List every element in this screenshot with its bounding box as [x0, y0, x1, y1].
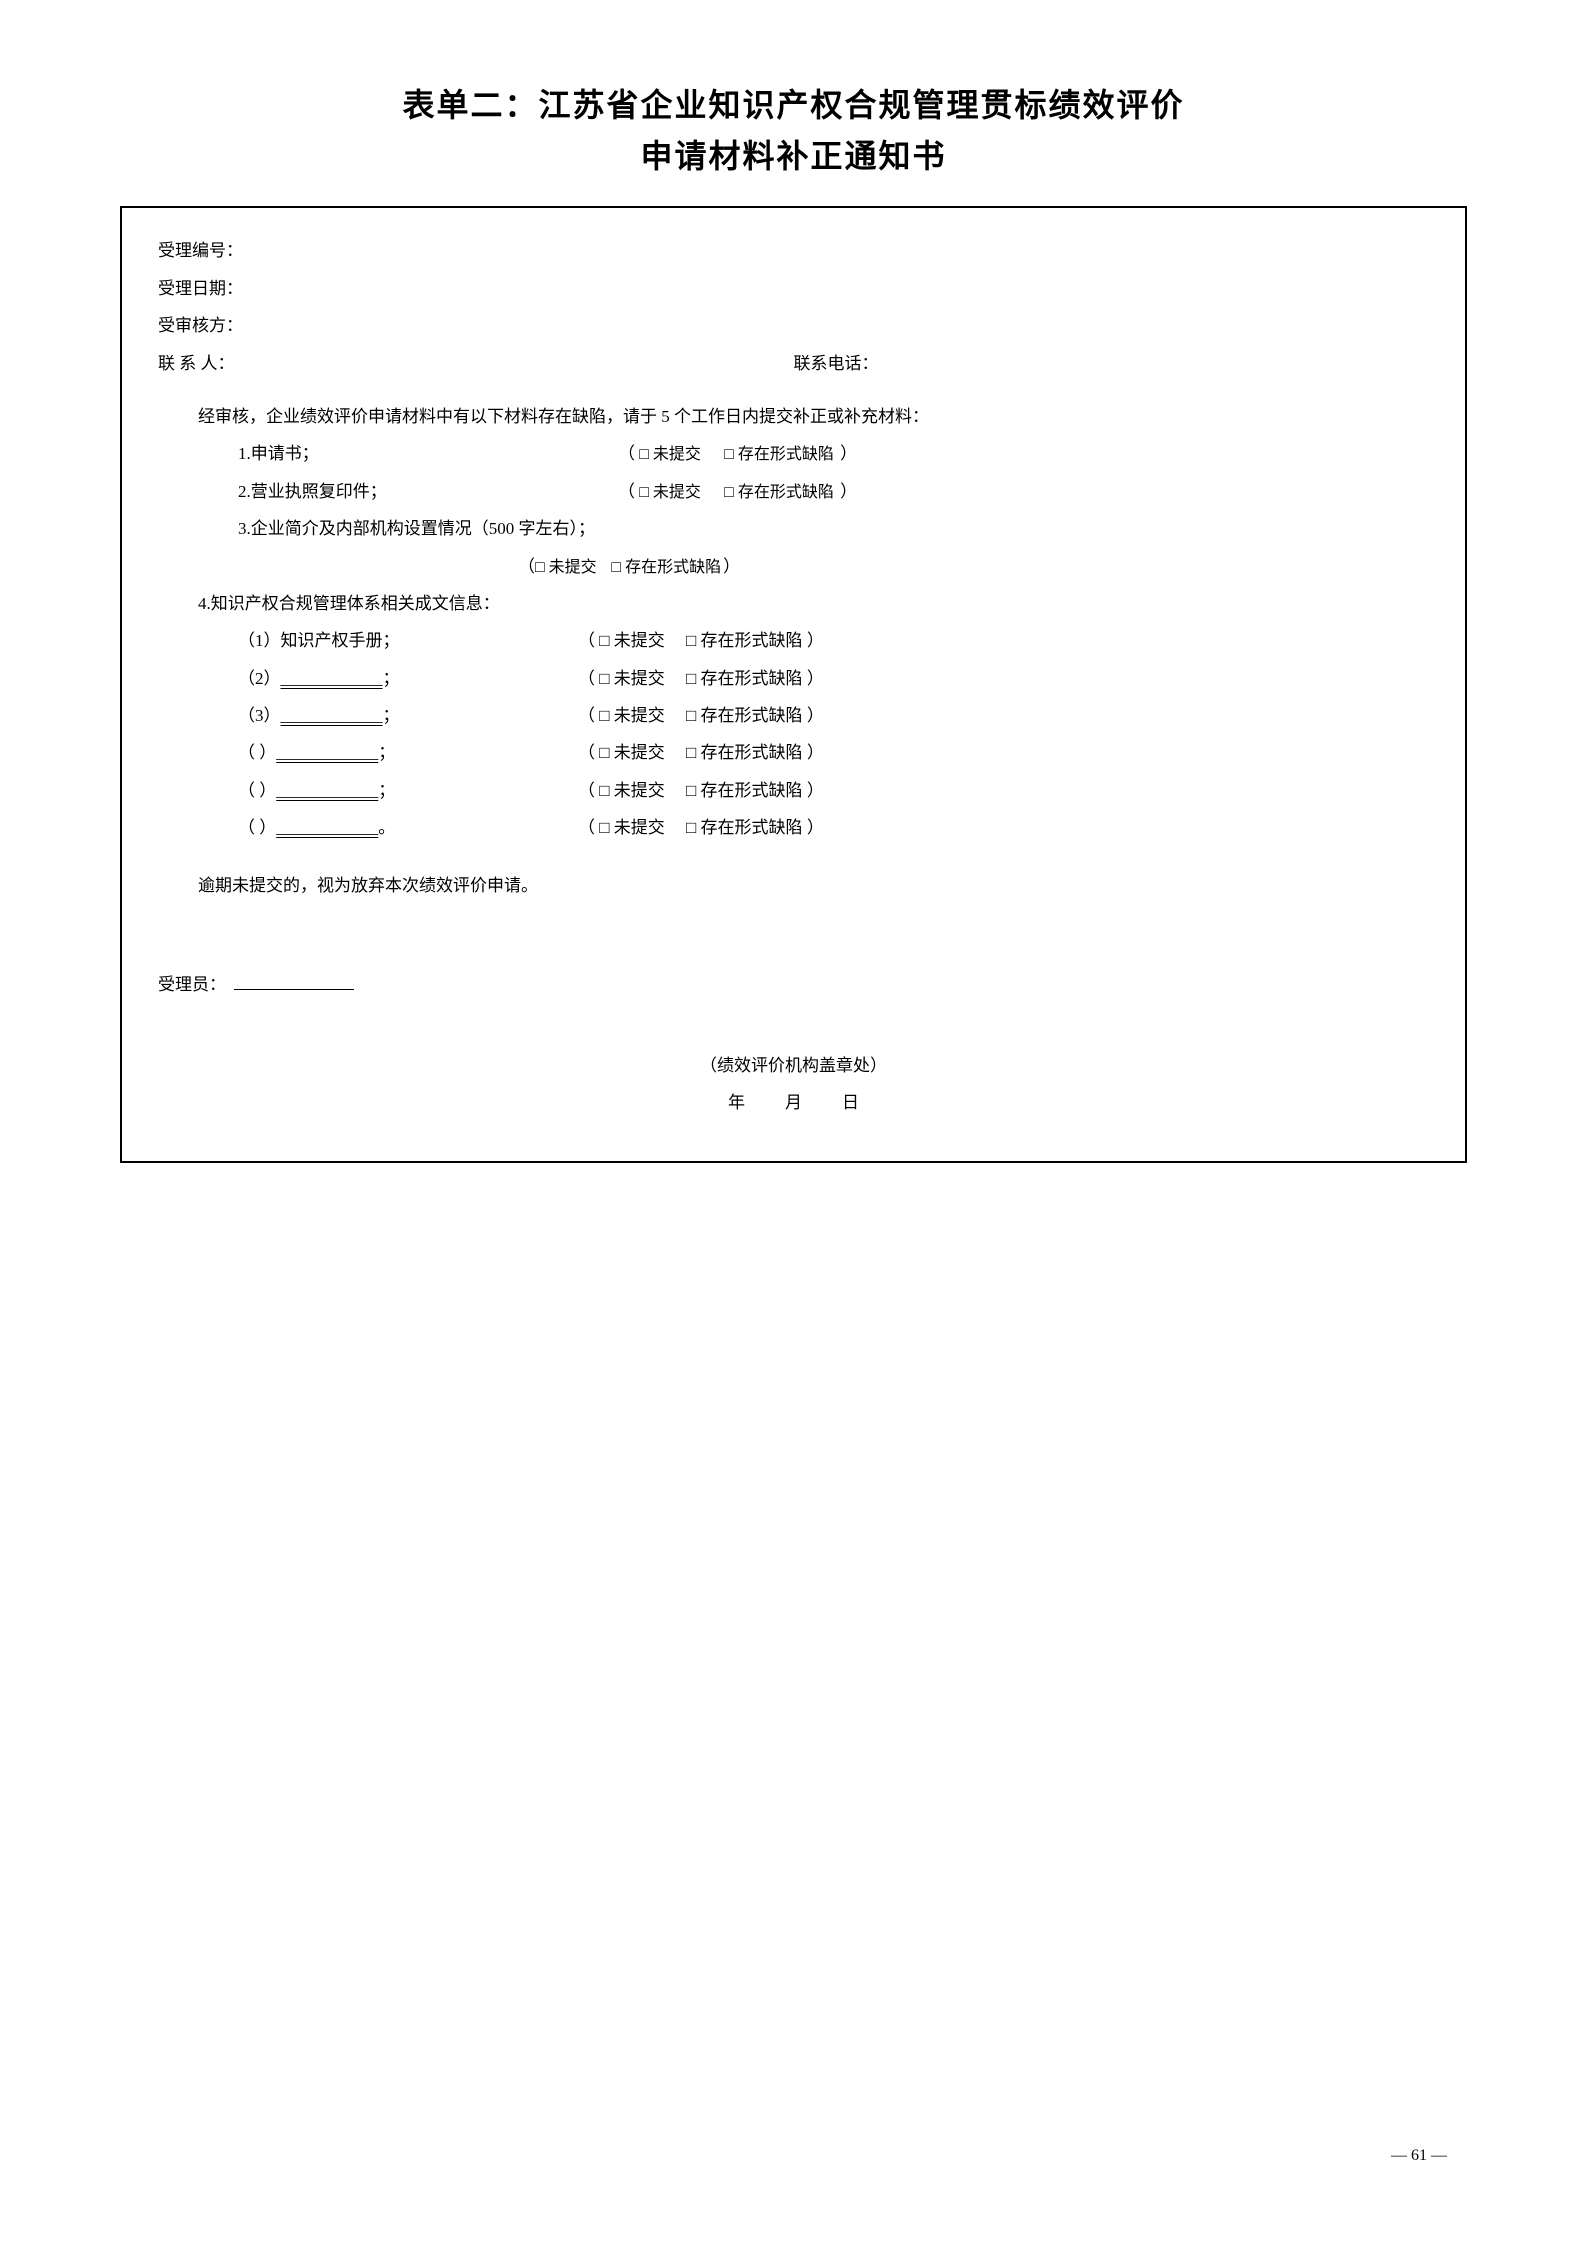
- sub6-formal-defect: □ 存在形式缺陷: [686, 818, 803, 837]
- sub2-label: （2）____________；: [238, 660, 578, 697]
- stamp-text: （绩效评价机构盖章处）: [158, 1047, 1429, 1084]
- contact-row: 联 系 人： 联系电话：: [158, 345, 1429, 382]
- item4-label: 4.知识产权合规管理体系相关成文信息：: [198, 585, 1429, 622]
- form-box: 受理编号： 受理日期： 受审核方： 联 系 人： 联系电话： 经审核，企业绩效评…: [120, 206, 1467, 1163]
- contact-person: 联 系 人：: [158, 345, 794, 382]
- item2-formal-defect: □ 存在形式缺陷: [724, 484, 834, 501]
- sub5-formal-defect: □ 存在形式缺陷: [686, 781, 803, 800]
- close-paren: ）: [840, 444, 857, 463]
- open-paren: （: [618, 444, 635, 463]
- overdue-text: 逾期未提交的，视为放弃本次绩效评价申请。: [198, 867, 1429, 904]
- date-row: 年 月 日: [158, 1084, 1429, 1121]
- close-paren2: ）: [840, 482, 857, 501]
- stamp-section: （绩效评价机构盖章处） 年 月 日: [158, 1047, 1429, 1122]
- item1-checkboxes: （ □ 未提交 □ 存在形式缺陷 ）: [618, 435, 1429, 472]
- sub2-row: （2）____________； （ □ 未提交 □ 存在形式缺陷 ）: [238, 660, 1429, 697]
- sub4-formal-defect: □ 存在形式缺陷: [686, 743, 803, 762]
- contact-person-label: 联 系 人：: [158, 354, 235, 373]
- body-text-paragraph: 经审核，企业绩效评价申请材料中有以下材料存在缺陷，请于 5 个工作日内提交补正或…: [158, 398, 1429, 904]
- body-intro: 经审核，企业绩效评价申请材料中有以下材料存在缺陷，请于 5 个工作日内提交补正或…: [198, 398, 1429, 435]
- receiver-blank: [234, 970, 354, 990]
- header-info: 受理编号： 受理日期： 受审核方： 联 系 人： 联系电话：: [158, 232, 1429, 382]
- item1-row: 1.申请书； （ □ 未提交 □ 存在形式缺陷 ）: [238, 435, 1429, 472]
- item1-formal-defect: □ 存在形式缺陷: [724, 446, 834, 463]
- sub5-not-submitted: □ 未提交: [599, 781, 665, 800]
- open-paren2: （: [618, 482, 635, 501]
- sub3-formal-defect: □ 存在形式缺陷: [686, 706, 803, 725]
- item1-not-submitted: □ 未提交: [639, 446, 701, 463]
- sub5-checkboxes: （ □ 未提交 □ 存在形式缺陷 ）: [578, 772, 1429, 809]
- sub6-not-submitted: □ 未提交: [599, 818, 665, 837]
- page-container: 表单二：江苏省企业知识产权合规管理贯标绩效评价 申请材料补正通知书 受理编号： …: [0, 0, 1587, 2245]
- sub3-label: （3）____________；: [238, 697, 578, 734]
- sub3-checkboxes: （ □ 未提交 □ 存在形式缺陷 ）: [578, 697, 1429, 734]
- sub2-checkboxes: （ □ 未提交 □ 存在形式缺陷 ）: [578, 660, 1429, 697]
- sub6-label: （ ）____________。: [238, 809, 578, 846]
- sub3-not-submitted: □ 未提交: [599, 706, 665, 725]
- month-label: 月: [785, 1084, 802, 1121]
- receipt-date-label: 受理日期：: [158, 270, 243, 307]
- close-paren3: ）: [723, 548, 740, 585]
- sub1-formal-defect: □ 存在形式缺陷: [686, 631, 803, 650]
- receiver-label: 受理员：: [158, 964, 226, 1007]
- item1-label: 1.申请书；: [238, 435, 618, 472]
- receipt-date-row: 受理日期：: [158, 270, 1429, 307]
- item2-label: 2.营业执照复印件；: [238, 473, 618, 510]
- sub2-formal-defect: □ 存在形式缺陷: [686, 669, 803, 688]
- day-label: 日: [842, 1084, 859, 1121]
- contact-phone-label: 联系电话：: [794, 354, 879, 373]
- receiver-row: 受理员：: [158, 964, 1429, 1007]
- year-label: 年: [728, 1084, 745, 1121]
- sub5-row: （ ）____________； （ □ 未提交 □ 存在形式缺陷 ）: [238, 772, 1429, 809]
- item2-row: 2.营业执照复印件； （ □ 未提交 □ 存在形式缺陷 ）: [238, 473, 1429, 510]
- review-party-label: 受审核方：: [158, 307, 243, 344]
- contact-phone: 联系电话：: [794, 345, 1430, 382]
- receipt-number-label: 受理编号：: [158, 232, 243, 269]
- sub1-row: （1）知识产权手册； （ □ 未提交 □ 存在形式缺陷 ）: [238, 622, 1429, 659]
- sub6-checkboxes: （ □ 未提交 □ 存在形式缺陷 ）: [578, 809, 1429, 846]
- item3-checkboxes: （ □ 未提交 □ 存在形式缺陷 ）: [518, 548, 1429, 585]
- page-number: — 61 —: [120, 2107, 1467, 2165]
- main-title-line1: 表单二：江苏省企业知识产权合规管理贯标绩效评价 申请材料补正通知书: [120, 80, 1467, 182]
- item3-row: 3.企业简介及内部机构设置情况（500 字左右）； （ □ 未提交 □ 存在形式…: [238, 510, 1429, 585]
- item3-label: 3.企业简介及内部机构设置情况（500 字左右）；: [238, 510, 1429, 547]
- sub4-row: （ ）____________； （ □ 未提交 □ 存在形式缺陷 ）: [238, 734, 1429, 771]
- footer-section: 受理员： （绩效评价机构盖章处） 年 月 日: [158, 964, 1429, 1121]
- sub3-row: （3）____________； （ □ 未提交 □ 存在形式缺陷 ）: [238, 697, 1429, 734]
- title-section: 表单二：江苏省企业知识产权合规管理贯标绩效评价 申请材料补正通知书: [120, 80, 1467, 182]
- sub6-row: （ ）____________。 （ □ 未提交 □ 存在形式缺陷 ）: [238, 809, 1429, 846]
- sub4-not-submitted: □ 未提交: [599, 743, 665, 762]
- sub5-label: （ ）____________；: [238, 772, 578, 809]
- item3-formal-defect: □ 存在形式缺陷: [611, 550, 721, 585]
- sub4-checkboxes: （ □ 未提交 □ 存在形式缺陷 ）: [578, 734, 1429, 771]
- item2-not-submitted: □ 未提交: [639, 484, 701, 501]
- sub1-label: （1）知识产权手册；: [238, 622, 578, 659]
- review-party-row: 受审核方：: [158, 307, 1429, 344]
- receipt-number-row: 受理编号：: [158, 232, 1429, 269]
- sub1-not-submitted: □ 未提交: [599, 631, 665, 650]
- open-paren3: （: [518, 548, 535, 585]
- sub4-label: （ ）____________；: [238, 734, 578, 771]
- item2-checkboxes: （ □ 未提交 □ 存在形式缺陷 ）: [618, 473, 1429, 510]
- item3-not-submitted: □ 未提交: [535, 550, 597, 585]
- sub1-checkboxes: （ □ 未提交 □ 存在形式缺陷 ）: [578, 622, 1429, 659]
- sub2-not-submitted: □ 未提交: [599, 669, 665, 688]
